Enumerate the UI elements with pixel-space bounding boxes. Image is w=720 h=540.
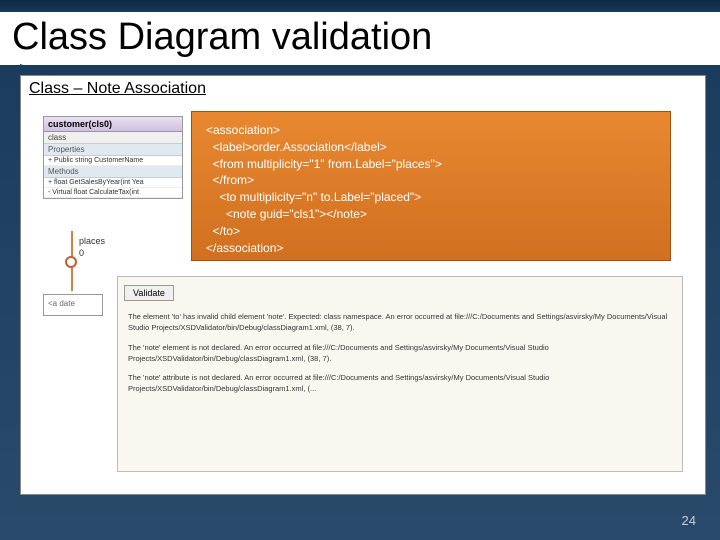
page-number: 24	[682, 513, 696, 528]
code-line: </from>	[206, 172, 656, 189]
subtitle: Class – Note Association	[21, 76, 705, 106]
class-stereotype: class	[44, 132, 182, 144]
xml-code-box: <association> <label>order.Association</…	[191, 111, 671, 261]
prop-item: + Public string CustomerName	[44, 156, 182, 166]
code-line: </to>	[206, 223, 656, 240]
validate-button[interactable]: Validate	[124, 285, 174, 301]
content-area: Class – Note Association customer(cls0) …	[20, 75, 706, 495]
validation-panel: Validate The element 'to' has invalid ch…	[117, 276, 683, 472]
slide-title: Class Diagram validation	[0, 12, 720, 67]
code-line: <label>order.Association</label>	[206, 139, 656, 156]
class-header: customer(cls0)	[44, 117, 182, 132]
code-line: <to multiplicity="n" to.Label="placed">	[206, 189, 656, 206]
assoc-mult: 0	[79, 248, 84, 258]
error-output: The element 'to' has invalid child eleme…	[124, 309, 676, 405]
methods-section: Methods	[44, 166, 182, 178]
error-line: The element 'to' has invalid child eleme…	[128, 311, 672, 334]
top-bar	[0, 0, 720, 12]
code-line: </association>	[206, 240, 656, 257]
props-section: Properties	[44, 144, 182, 156]
association-endpoint	[65, 256, 77, 268]
code-line: <association>	[206, 122, 656, 139]
method-item: + float GetSalesByYear(int Yea	[44, 178, 182, 188]
code-line: <note guid="cls1"></note>	[206, 206, 656, 223]
method-item: - Virtual float CalculateTax(int	[44, 188, 182, 198]
error-line: The 'note' element is not declared. An e…	[128, 342, 672, 365]
assoc-label-places: places	[79, 236, 105, 246]
code-line: <from multiplicity="1" from.Label="place…	[206, 156, 656, 173]
uml-class-box: customer(cls0) class Properties + Public…	[43, 116, 183, 199]
uml-note-box: <a date	[43, 294, 103, 316]
error-line: The 'note' attribute is not declared. An…	[128, 372, 672, 395]
